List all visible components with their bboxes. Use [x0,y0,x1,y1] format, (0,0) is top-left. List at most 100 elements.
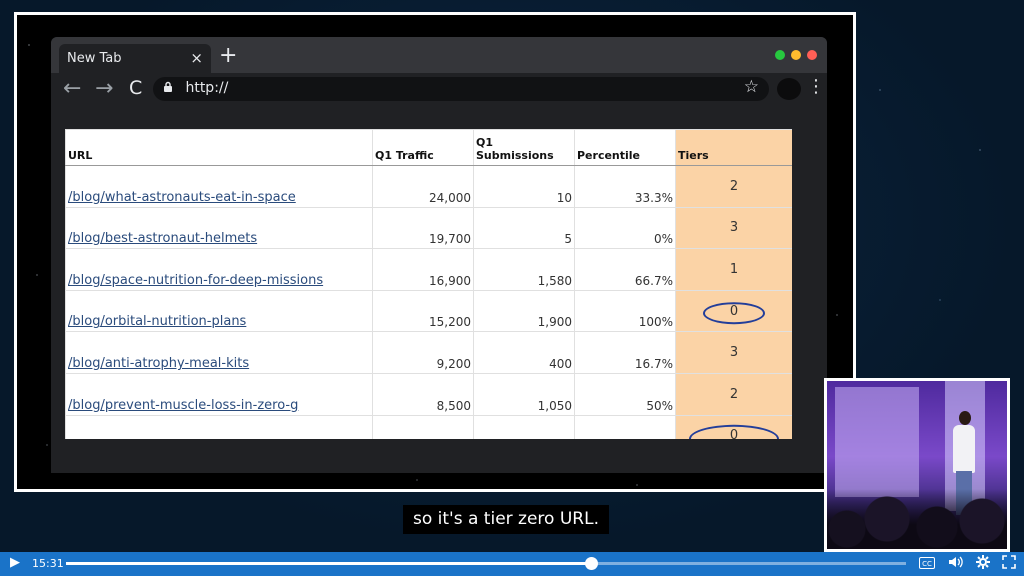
close-window-button[interactable] [807,50,817,60]
header-tiers[interactable]: Tiers [675,129,792,166]
traffic-cell[interactable]: 9,200 [372,331,474,374]
submissions-cell-value: 1,900 [537,315,572,330]
url-cell[interactable]: /blog/space-nutrition-for-deep-missions [65,248,373,291]
traffic-cell[interactable]: 6,070 [372,414,474,439]
current-time: 15:31 [32,557,64,570]
hand-drawn-circle-annotation [689,424,779,439]
seek-handle[interactable] [585,557,598,570]
address-bar[interactable]: http:// ☆ [153,77,769,101]
browser-toolbar: ← → C http:// ☆ ⋮ [51,73,827,105]
url-cell[interactable]: /blog/best-astronaut-helmets [65,206,373,250]
url-cell[interactable]: /blog/orbital-nutrition-plans [65,289,373,333]
tab-new-tab[interactable]: New Tab × [59,44,211,73]
traffic-cell[interactable]: 15,200 [372,289,474,333]
traffic-cell[interactable]: 19,700 [372,206,474,250]
submissions-cell[interactable]: 10 [473,165,575,208]
percentile-cell[interactable]: 33.3% [574,165,676,208]
percentile-cell[interactable]: 16.7% [574,331,676,374]
tab-title: New Tab [67,51,122,66]
spreadsheet: URL Q1 Traffic Q1 Submissions Percentile… [65,129,792,439]
play-icon[interactable]: ▶ [10,555,20,570]
url-cell-value: /blog/orbital-nutrition-plans [68,314,247,330]
url-cell[interactable]: /blog/prevent-muscle-loss-in-zero-g [65,372,373,416]
table-row: /blog/prevent-muscle-loss-in-zero-g 8,500… [65,372,792,416]
submissions-cell[interactable]: 400 [473,331,575,374]
gear-icon[interactable] [976,555,990,573]
header-percentile[interactable]: Percentile [574,129,676,166]
submissions-cell-value: 1,580 [537,273,572,288]
url-cell[interactable]: /blog/what-astronauts-eat-in-space [65,165,373,208]
tier-cell-value: 1 [729,261,739,277]
table-row: /blog/what-astronauts-eat-in-space 24,000… [65,165,792,208]
audience [827,489,1007,549]
reload-icon[interactable]: C [129,77,142,99]
tier-cell[interactable]: 3 [675,331,792,374]
percentile-cell-value: 100% [638,315,673,330]
traffic-cell[interactable]: 16,900 [372,248,474,291]
bookmark-star-icon[interactable]: ☆ [744,77,759,97]
submissions-cell-value: 1,050 [537,398,572,413]
header-q1-submissions[interactable]: Q1 Submissions [473,129,575,166]
tier-cell-value: 3 [729,220,739,236]
submissions-cell[interactable]: 5 [473,206,575,250]
table-row: /blog/nutrition-consult-before-launch6,0… [65,414,792,439]
tier-cell[interactable]: 0 [675,414,792,439]
traffic-cell-value: 16,900 [429,273,471,288]
seek-bar[interactable] [66,557,906,570]
traffic-cell-value: 8,500 [436,398,471,413]
fullscreen-icon[interactable] [1002,555,1016,573]
percentile-cell-value: 16.7% [634,356,673,371]
submissions-cell[interactable]: 1,050 [473,372,575,416]
header-q1-traffic[interactable]: Q1 Traffic [372,129,474,166]
tier-cell-value: 2 [729,178,739,194]
volume-icon[interactable] [948,555,964,573]
traffic-cell-value: 15,200 [429,315,471,330]
tier-cell[interactable]: 3 [675,206,792,250]
url-cell[interactable]: /blog/anti-atrophy-meal-kits [65,331,373,374]
minimize-button[interactable] [791,50,801,60]
table-row: /blog/space-nutrition-for-deep-missions 1… [65,248,792,291]
presentation-slide: New Tab × + ← → C http:// ☆ ⋮ URL Q1 Tra… [14,12,856,492]
traffic-cell[interactable]: 24,000 [372,165,474,208]
profile-avatar[interactable] [777,78,801,100]
speaker-video [824,378,1010,552]
tier-cell[interactable]: 2 [675,165,792,208]
maximize-button[interactable] [775,50,785,60]
traffic-cell-value: 19,700 [429,232,471,247]
seek-progress [66,562,591,565]
percentile-cell[interactable]: 50% [574,372,676,416]
header-url[interactable]: URL [65,129,373,166]
percentile-cell[interactable]: 66.7% [574,248,676,291]
subtitle-caption: so it's a tier zero URL. [403,505,609,534]
tier-cell-value: 2 [729,386,739,402]
url-cell[interactable]: /blog/nutrition-consult-before-launch [65,414,373,439]
forward-arrow-icon[interactable]: → [95,76,113,101]
back-arrow-icon[interactable]: ← [63,76,81,101]
tab-close-icon[interactable]: × [190,49,203,67]
traffic-cell-value: 24,000 [429,190,471,205]
browser-window: New Tab × + ← → C http:// ☆ ⋮ URL Q1 Tra… [51,37,827,473]
tier-cell[interactable]: 1 [675,248,792,291]
submissions-cell[interactable]: 1,580 [473,248,575,291]
submissions-cell-value: 10 [556,190,572,205]
captions-icon[interactable]: CC [919,557,935,569]
address-url: http:// [185,80,229,96]
submissions-cell[interactable]: 2,000 [473,414,575,439]
tab-bar: New Tab × + [51,37,827,73]
video-controls: ▶ 15:31 CC [0,552,1024,576]
new-tab-button[interactable]: + [219,43,237,68]
url-cell-value: /blog/prevent-muscle-loss-in-zero-g [68,397,299,413]
tier-cell[interactable]: 0 [675,289,792,333]
browser-menu-icon[interactable]: ⋮ [807,76,825,97]
url-cell-value: /blog/best-astronaut-helmets [68,231,258,247]
submissions-cell[interactable]: 1,900 [473,289,575,333]
table-row: /blog/best-astronaut-helmets 19,700 5 0% 3 [65,206,792,250]
traffic-cell[interactable]: 8,500 [372,372,474,416]
url-cell-value: /blog/what-astronauts-eat-in-space [68,189,296,205]
percentile-cell[interactable]: 83.3% [574,414,676,439]
table-row: /blog/orbital-nutrition-plans 15,200 1,900… [65,289,792,333]
percentile-cell[interactable]: 0% [574,206,676,250]
percentile-cell[interactable]: 100% [574,289,676,333]
tier-cell[interactable]: 2 [675,372,792,416]
table-header-row: URL Q1 Traffic Q1 Submissions Percentile… [65,129,792,166]
